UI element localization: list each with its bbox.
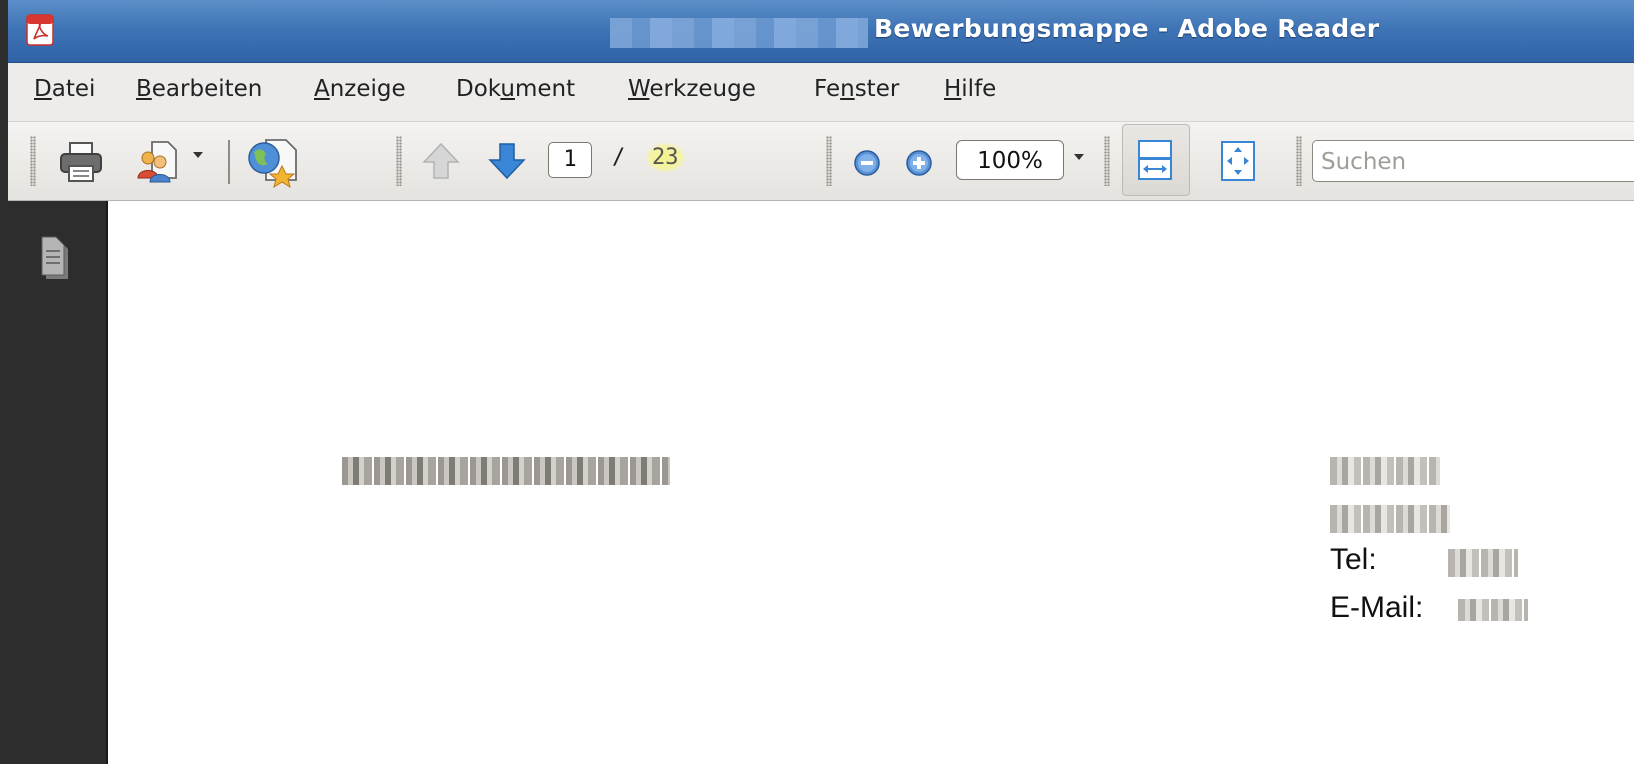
navigation-panel (0, 201, 108, 764)
adobe-reader-window: Bewerbungsmappe - Adobe Reader Datei Bea… (0, 0, 1634, 764)
toolbar-grip[interactable] (1104, 136, 1110, 186)
menu-datei-accel: D (34, 76, 52, 102)
menu-dokument-rest: ment (514, 76, 576, 102)
menu-hilfe[interactable]: Hilfe (944, 76, 996, 102)
menu-fenster[interactable]: Fenster (814, 76, 899, 102)
menu-dokument-accel: u (500, 76, 515, 102)
menu-anzeige[interactable]: Anzeige (314, 76, 406, 102)
toolbar-grip[interactable] (826, 136, 832, 186)
phone-number-redacted (1448, 549, 1518, 577)
zoom-dropdown-arrow-icon[interactable] (1074, 154, 1084, 160)
toolbar-grip[interactable] (1296, 136, 1302, 186)
window-left-edge (0, 0, 8, 764)
menu-hilfe-rest: ilfe (961, 76, 997, 102)
total-pages: 23 (646, 143, 685, 172)
print-icon[interactable] (58, 140, 104, 184)
menu-bearbeiten-rest: earbeiten (151, 76, 263, 102)
page-separator: / (612, 145, 626, 170)
document-page[interactable]: Tel: E-Mail: (108, 201, 1634, 764)
menu-fenster-text: Fe (814, 76, 841, 102)
title-bar[interactable]: Bewerbungsmappe - Adobe Reader (0, 0, 1634, 63)
search-input[interactable] (1313, 141, 1634, 183)
window-title: Bewerbungsmappe - Adobe Reader (874, 14, 1380, 43)
menu-bearbeiten-accel: B (136, 76, 152, 102)
next-page-icon[interactable] (486, 140, 528, 182)
menu-dokument[interactable]: Dokument (456, 76, 575, 102)
applicant-name-redacted (342, 457, 670, 485)
menu-dokument-text: Dok (456, 76, 501, 102)
menu-datei-rest: atei (51, 76, 96, 102)
previous-page-icon[interactable] (420, 140, 462, 182)
zoom-level-field[interactable]: 100% (956, 140, 1064, 180)
fit-width-button[interactable] (1122, 124, 1190, 196)
menu-fenster-accel: n (840, 76, 855, 102)
menu-bar: Datei Bearbeiten Anzeige Dokument Werkze… (0, 63, 1634, 122)
window-title-redacted (610, 18, 868, 48)
toolbar-separator (228, 140, 230, 184)
menu-werkzeuge[interactable]: Werkzeuge (628, 76, 756, 102)
email-address-redacted (1458, 599, 1528, 621)
tel-label: Tel: (1330, 543, 1377, 576)
search-field[interactable] (1312, 140, 1634, 183)
collaborate-icon[interactable] (134, 138, 186, 184)
menu-hilfe-accel: H (944, 76, 962, 102)
pages-panel-icon[interactable] (38, 235, 74, 285)
current-page-input[interactable]: 1 (548, 142, 592, 178)
dropdown-arrow-icon[interactable] (193, 152, 203, 158)
pdf-app-icon[interactable] (26, 14, 54, 46)
zoom-out-icon[interactable] (852, 148, 882, 178)
menu-fenster-rest: ster (854, 76, 900, 102)
email-label: E-Mail: (1330, 591, 1424, 624)
menu-anzeige-rest: nzeige (329, 76, 406, 102)
toolbar-grip[interactable] (30, 136, 36, 186)
menu-anzeige-accel: A (314, 76, 330, 102)
fit-width-icon (1138, 140, 1172, 180)
street-address-redacted (1330, 457, 1440, 485)
secure-document-icon[interactable] (244, 136, 302, 188)
fit-page-icon[interactable] (1218, 138, 1260, 184)
zoom-in-icon[interactable] (904, 148, 934, 178)
menu-werkzeuge-accel: W (628, 76, 650, 102)
menu-bearbeiten[interactable]: Bearbeiten (136, 76, 262, 102)
postal-city-redacted (1330, 505, 1450, 533)
menu-datei[interactable]: Datei (34, 76, 95, 102)
toolbar-grip[interactable] (396, 136, 402, 186)
menu-werkzeuge-rest: erkzeuge (649, 76, 756, 102)
